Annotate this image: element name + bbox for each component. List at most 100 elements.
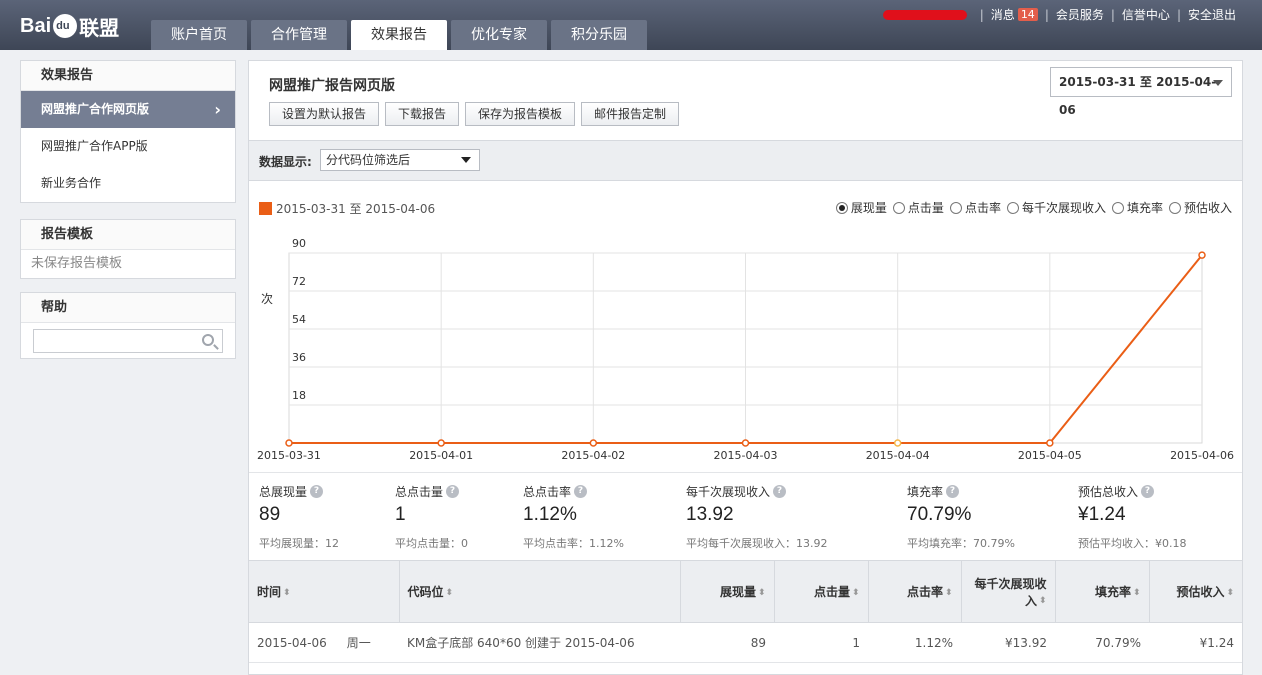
help-icon[interactable]: ? [1141, 485, 1155, 498]
metric-radio-3[interactable]: 每千次展现收入 [1006, 199, 1106, 216]
save-template-button[interactable]: 保存为报告模板 [465, 102, 576, 126]
column-header-4[interactable]: 点击率 ⬍ [868, 560, 962, 623]
sort-icon: ⬍ [851, 587, 860, 598]
column-header-7[interactable]: 预估收入 ⬍ [1149, 560, 1242, 623]
help-icon[interactable]: ? [310, 485, 324, 498]
column-header-0[interactable]: 时间 ⬍ [249, 560, 400, 623]
chevron-down-icon [461, 157, 471, 163]
set-default-report-button[interactable]: 设置为默认报告 [269, 102, 380, 126]
help-search-input[interactable] [34, 330, 222, 352]
stat-name: 每千次展现收入? [686, 483, 828, 500]
sort-icon: ⬍ [1226, 587, 1234, 598]
sort-icon: ⬍ [1038, 596, 1047, 606]
metric-radio-4[interactable]: 填充率 [1111, 199, 1163, 216]
stat-name: 预估总收入? [1078, 483, 1187, 500]
column-header-label: 代码位 [407, 585, 444, 599]
date-range-value: 2015-03-31 至 2015-04-06 [1059, 75, 1217, 117]
report-panel: 网盟推广报告网页版 设置为默认报告 下载报告 保存为报告模板 邮件报告定制 20… [248, 60, 1243, 675]
y-tick-label: 90 [292, 237, 306, 250]
sidebar-item-app-report[interactable]: 网盟推广合作APP版 [21, 128, 235, 165]
column-header-5[interactable]: 每千次展现收入 ⬍ [961, 560, 1056, 623]
tab-account-home[interactable]: 账户首页 [151, 20, 247, 50]
help-search [33, 329, 223, 353]
cell-clicks: 1 [852, 635, 860, 650]
stat-value: ¥1.24 [1078, 504, 1126, 525]
help-icon[interactable]: ? [946, 485, 960, 498]
stat-block: 总点击率? 1.12% 平均点击率：1.12% [523, 483, 624, 551]
stat-block: 填充率? 70.79% 平均填充率：70.79% [907, 483, 1015, 551]
table-cell: 1.12% [868, 622, 961, 663]
download-report-button[interactable]: 下载报告 [385, 102, 460, 126]
column-header-3[interactable]: 点击量 ⬍ [774, 560, 869, 623]
column-header-label: 展现量 [719, 585, 756, 599]
sort-icon: ⬍ [283, 587, 291, 598]
messages-link[interactable]: 消息 [991, 6, 1015, 23]
metric-label: 点击量 [907, 201, 944, 215]
help-icon[interactable]: ? [446, 485, 460, 498]
line-chart: 18 36 54 72 90 2015-03-31 2015-04-01 2015-04-0… [257, 237, 1234, 462]
help-icon[interactable]: ? [574, 485, 588, 498]
member-service-link[interactable]: 会员服务 [1056, 6, 1104, 23]
metric-radio-1[interactable]: 点击量 [892, 199, 944, 216]
metric-radio-2[interactable]: 点击率 [949, 199, 1001, 216]
metric-radio-5[interactable]: 预估收入 [1168, 199, 1232, 216]
stat-name-text: 总点击量 [395, 485, 444, 499]
data-point [1198, 251, 1206, 259]
stat-value: 1.12% [523, 504, 577, 525]
metric-label: 预估收入 [1183, 201, 1232, 215]
table-header-row: 时间 ⬍ 代码位 ⬍ 展现量 ⬍ 点击量 ⬍ 点击率 ⬍ 每千次展现收入 ⬍ 填充率 ⬍ 预估收入 ⬍ [249, 560, 1242, 623]
x-tick-label: 2015-04-05 [1018, 449, 1082, 462]
radio-icon [949, 201, 962, 214]
radio-icon [1111, 201, 1124, 214]
stat-name: 总点击率? [523, 483, 624, 500]
redacted-username [882, 9, 967, 20]
sidebar-item-new-business[interactable]: 新业务合作 [21, 165, 235, 202]
stat-name: 填充率? [907, 483, 1015, 500]
chevron-down-icon [1213, 80, 1223, 86]
x-tick-label: 2015-04-03 [714, 449, 778, 462]
x-tick-label: 2015-04-04 [866, 449, 930, 462]
cell-weekday: 周一 [346, 636, 371, 650]
baidu-union-logo[interactable]: Bai 联盟 [20, 8, 119, 44]
table-cell: 2015-04-06 周一 [249, 622, 399, 663]
data-point [1046, 439, 1054, 447]
y-tick-label: 72 [292, 275, 306, 288]
sidebar-item-web-report[interactable]: 网盟推广合作网页版 [21, 91, 235, 128]
stat-average: 预估平均收入：¥0.18 [1078, 537, 1187, 550]
filter-bar: 数据显示: 分代码位筛选后 [249, 140, 1242, 181]
logout-link[interactable]: 安全退出 [1188, 6, 1236, 23]
filter-select[interactable]: 分代码位筛选后 [320, 149, 480, 171]
stat-average: 平均展现量：12 [259, 537, 339, 550]
date-range-select[interactable]: 2015-03-31 至 2015-04-06 [1050, 67, 1232, 117]
messages-count-badge: 14 [1017, 8, 1038, 21]
tab-cooperation[interactable]: 合作管理 [251, 20, 347, 50]
stat-block: 总点击量? 1 平均点击量：0 [395, 483, 468, 551]
baidu-paw-icon [53, 14, 78, 38]
radio-icon [1168, 201, 1181, 214]
metric-radio-0[interactable]: 展现量 [835, 199, 887, 216]
column-header-2[interactable]: 展现量 ⬍ [680, 560, 775, 623]
table-cell: 89 [680, 622, 774, 663]
stat-block: 每千次展现收入? 13.92 平均每千次展现收入：13.92 [686, 483, 828, 551]
table-cell: ¥1.24 [1149, 622, 1242, 663]
sidebar-report-head: 效果报告 [21, 61, 235, 91]
x-tick-label: 2015-03-31 [257, 449, 321, 462]
tab-points[interactable]: 积分乐园 [551, 20, 647, 50]
column-header-6[interactable]: 填充率 ⬍ [1055, 560, 1150, 623]
filter-label: 数据显示: [259, 155, 312, 169]
tab-reports[interactable]: 效果报告 [351, 20, 447, 50]
column-header-label: 点击量 [813, 585, 850, 599]
email-report-button[interactable]: 邮件报告定制 [581, 102, 680, 126]
y-tick-label: 18 [292, 389, 306, 402]
credit-center-link[interactable]: 信誉中心 [1122, 6, 1170, 23]
tab-optimization[interactable]: 优化专家 [451, 20, 547, 50]
report-table: 时间 ⬍ 代码位 ⬍ 展现量 ⬍ 点击量 ⬍ 点击率 ⬍ 每千次展现收入 ⬍ 填充率 ⬍ 预估收入 ⬍ 201… [249, 560, 1242, 663]
stat-average: 平均点击量：0 [395, 537, 468, 550]
column-header-1[interactable]: 代码位 ⬍ [399, 560, 681, 623]
help-icon[interactable]: ? [773, 485, 787, 498]
metric-label: 每千次展现收入 [1021, 201, 1106, 215]
search-icon[interactable] [202, 334, 214, 346]
stat-name-text: 总点击率 [523, 485, 572, 499]
cell-date: 2015-04-06 [257, 636, 327, 650]
stat-name-text: 填充率 [907, 485, 944, 499]
